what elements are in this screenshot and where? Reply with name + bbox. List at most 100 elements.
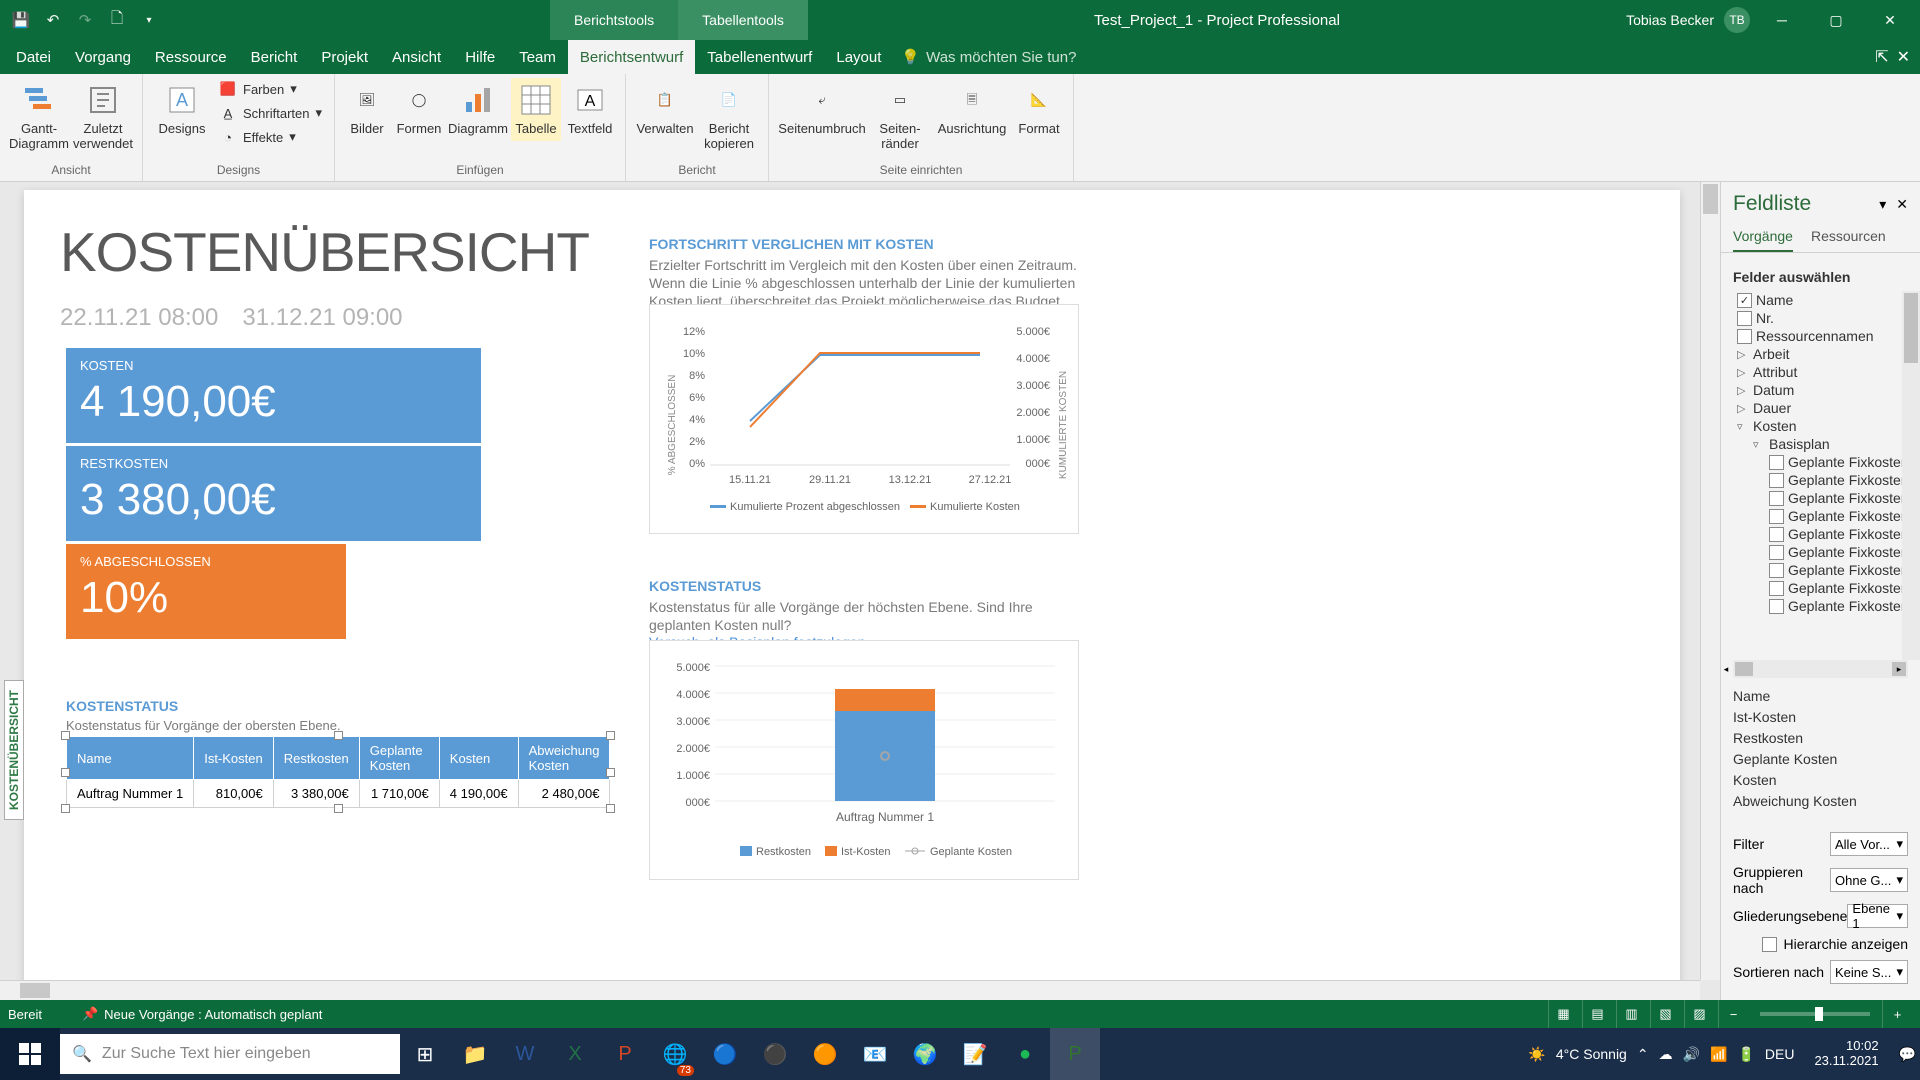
chart-kostenstatus[interactable]: 5.000€ 4.000€ 3.000€ 2.000€ 1.000€ 000€ … — [649, 640, 1079, 880]
tree-row[interactable]: Geplante Fixkosten — [1733, 489, 1916, 507]
menu-hilfe[interactable]: Hilfe — [453, 40, 507, 74]
col-abweichung[interactable]: Abweichung Kosten — [518, 737, 610, 780]
tree-row[interactable]: ▿Kosten — [1733, 417, 1916, 435]
view-gantt-icon[interactable]: ▤ — [1582, 1000, 1612, 1028]
excel-icon[interactable]: X — [550, 1028, 600, 1080]
qat-customize-icon[interactable]: ▾ — [140, 11, 158, 29]
effekte-button[interactable]: ◔Effekte▾ — [215, 126, 326, 148]
save-icon[interactable]: 💾 — [12, 11, 30, 29]
col-kosten[interactable]: Kosten — [439, 737, 518, 780]
field-checkbox[interactable] — [1769, 455, 1784, 470]
selected-field[interactable]: Geplante Kosten — [1733, 749, 1908, 770]
cell-geplant[interactable]: 1 710,00€ — [359, 780, 439, 808]
volume-icon[interactable]: 🔊 — [1683, 1046, 1700, 1063]
notifications-icon[interactable]: 💬 — [1899, 1046, 1916, 1063]
chrome-icon[interactable]: 🔵 — [700, 1028, 750, 1080]
menu-ansicht[interactable]: Ansicht — [380, 40, 453, 74]
field-checkbox[interactable] — [1769, 527, 1784, 542]
group-combo[interactable]: Ohne G...▾ — [1830, 868, 1908, 892]
schriftarten-button[interactable]: A̲Schriftarten▾ — [215, 102, 326, 124]
battery-icon[interactable]: 🔋 — [1737, 1046, 1754, 1063]
language-indicator[interactable]: DEU — [1765, 1046, 1795, 1062]
verwalten-button[interactable]: 📋Verwalten — [634, 78, 696, 141]
view-report-icon[interactable]: ▨ — [1684, 1000, 1714, 1028]
col-restkosten[interactable]: Restkosten — [273, 737, 359, 780]
schedule-mode-icon[interactable]: 📌 — [82, 1006, 98, 1022]
selected-field[interactable]: Kosten — [1733, 770, 1908, 791]
textfeld-button[interactable]: ATextfeld — [563, 78, 617, 141]
app-icon-4[interactable]: 📝 — [950, 1028, 1000, 1080]
tell-me-search[interactable]: 💡 Was möchten Sie tun? — [901, 48, 1076, 66]
zoom-in-icon[interactable]: + — [1882, 1000, 1912, 1028]
farben-button[interactable]: 🟥Farben▾ — [215, 78, 326, 100]
minimize-icon[interactable]: ─ — [1760, 0, 1804, 40]
filter-combo[interactable]: Alle Vor...▾ — [1830, 832, 1908, 856]
pane-options-icon[interactable]: ▾ — [1879, 196, 1886, 213]
expand-icon[interactable]: ▿ — [1737, 420, 1749, 433]
tree-row[interactable]: ▿Basisplan — [1733, 435, 1916, 453]
wifi-icon[interactable]: 📶 — [1710, 1046, 1727, 1063]
sort-combo[interactable]: Keine S...▾ — [1830, 960, 1908, 984]
report-side-tab[interactable]: KOSTENÜBERSICHT — [4, 680, 24, 820]
kostenstatus-table[interactable]: Name Ist-Kosten Restkosten Geplante Kost… — [66, 736, 610, 808]
cell-abw[interactable]: 2 480,00€ — [518, 780, 610, 808]
app-icon-2[interactable]: 📧 — [850, 1028, 900, 1080]
tabelle-button[interactable]: Tabelle — [511, 78, 561, 141]
start-button[interactable] — [0, 1028, 60, 1080]
cell-kosten[interactable]: 4 190,00€ — [439, 780, 518, 808]
user-name[interactable]: Tobias Becker — [1626, 12, 1714, 28]
tree-row[interactable]: ✓Name — [1733, 291, 1916, 309]
share-icon[interactable]: ⇱ — [1875, 47, 1888, 67]
tree-row[interactable]: Nr. — [1733, 309, 1916, 327]
tray-chevron-icon[interactable]: ⌃ — [1637, 1046, 1649, 1063]
project-icon[interactable]: P — [1050, 1028, 1100, 1080]
tree-row[interactable]: ▷Datum — [1733, 381, 1916, 399]
field-checkbox[interactable] — [1769, 599, 1784, 614]
menu-berichtsentwurf[interactable]: Berichtsentwurf — [568, 40, 695, 74]
menu-vorgang[interactable]: Vorgang — [63, 40, 143, 74]
tree-row[interactable]: ▷Dauer — [1733, 399, 1916, 417]
view-team-icon[interactable]: ▥ — [1616, 1000, 1646, 1028]
tool-tab-tabellentools[interactable]: Tabellentools — [678, 0, 808, 40]
expand-icon[interactable]: ▷ — [1737, 366, 1749, 379]
undo-icon[interactable]: ↶ — [44, 11, 62, 29]
field-checkbox[interactable]: ✓ — [1737, 293, 1752, 308]
tree-row[interactable]: Geplante Fixkosten — [1733, 453, 1916, 471]
redo-icon[interactable]: ↷ — [76, 11, 94, 29]
view-normal-icon[interactable]: ▦ — [1548, 1000, 1578, 1028]
tree-row[interactable]: Geplante Fixkosten — [1733, 507, 1916, 525]
field-checkbox[interactable] — [1769, 491, 1784, 506]
chart-fortschritt[interactable]: % ABGESCHLOSSEN KUMULIERTE KOSTEN 12% 10… — [649, 304, 1079, 534]
expand-icon[interactable]: ▷ — [1737, 348, 1749, 361]
task-view-icon[interactable]: ⊞ — [400, 1028, 450, 1080]
col-geplante[interactable]: Geplante Kosten — [359, 737, 439, 780]
format-button[interactable]: 📐Format — [1013, 78, 1065, 141]
app-icon-1[interactable]: 🟠 — [800, 1028, 850, 1080]
menu-team[interactable]: Team — [507, 40, 568, 74]
selected-field[interactable]: Abweichung Kosten — [1733, 791, 1908, 812]
menu-ressource[interactable]: Ressource — [143, 40, 239, 74]
diagramm-button[interactable]: Diagramm — [447, 78, 509, 141]
cell-name[interactable]: Auftrag Nummer 1 — [67, 780, 194, 808]
horizontal-scrollbar[interactable] — [0, 980, 1700, 1000]
cell-ist[interactable]: 810,00€ — [194, 780, 274, 808]
field-checkbox[interactable] — [1769, 509, 1784, 524]
explorer-icon[interactable]: 📁 — [450, 1028, 500, 1080]
formen-button[interactable]: ◯Formen — [393, 78, 445, 141]
pane-close-icon[interactable]: ✕ — [1896, 196, 1908, 213]
hierarchy-checkbox[interactable] — [1762, 937, 1777, 952]
clock[interactable]: 10:02 23.11.2021 — [1804, 1039, 1888, 1069]
maximize-icon[interactable]: ▢ — [1814, 0, 1858, 40]
zoom-out-icon[interactable]: − — [1718, 1000, 1748, 1028]
selected-field[interactable]: Ist-Kosten — [1733, 707, 1908, 728]
user-avatar[interactable]: TB — [1724, 7, 1750, 33]
field-checkbox[interactable] — [1737, 311, 1752, 326]
weather-icon[interactable]: ☀️ — [1528, 1046, 1545, 1063]
col-name[interactable]: Name — [67, 737, 194, 780]
selected-field[interactable]: Name — [1733, 686, 1908, 707]
spotify-icon[interactable]: ● — [1000, 1028, 1050, 1080]
field-checkbox[interactable] — [1769, 581, 1784, 596]
file-icon[interactable]: 🗋 — [108, 11, 126, 29]
glied-combo[interactable]: Ebene 1▾ — [1847, 904, 1908, 928]
gantt-diagram-button[interactable]: Gantt- Diagramm — [8, 78, 70, 156]
